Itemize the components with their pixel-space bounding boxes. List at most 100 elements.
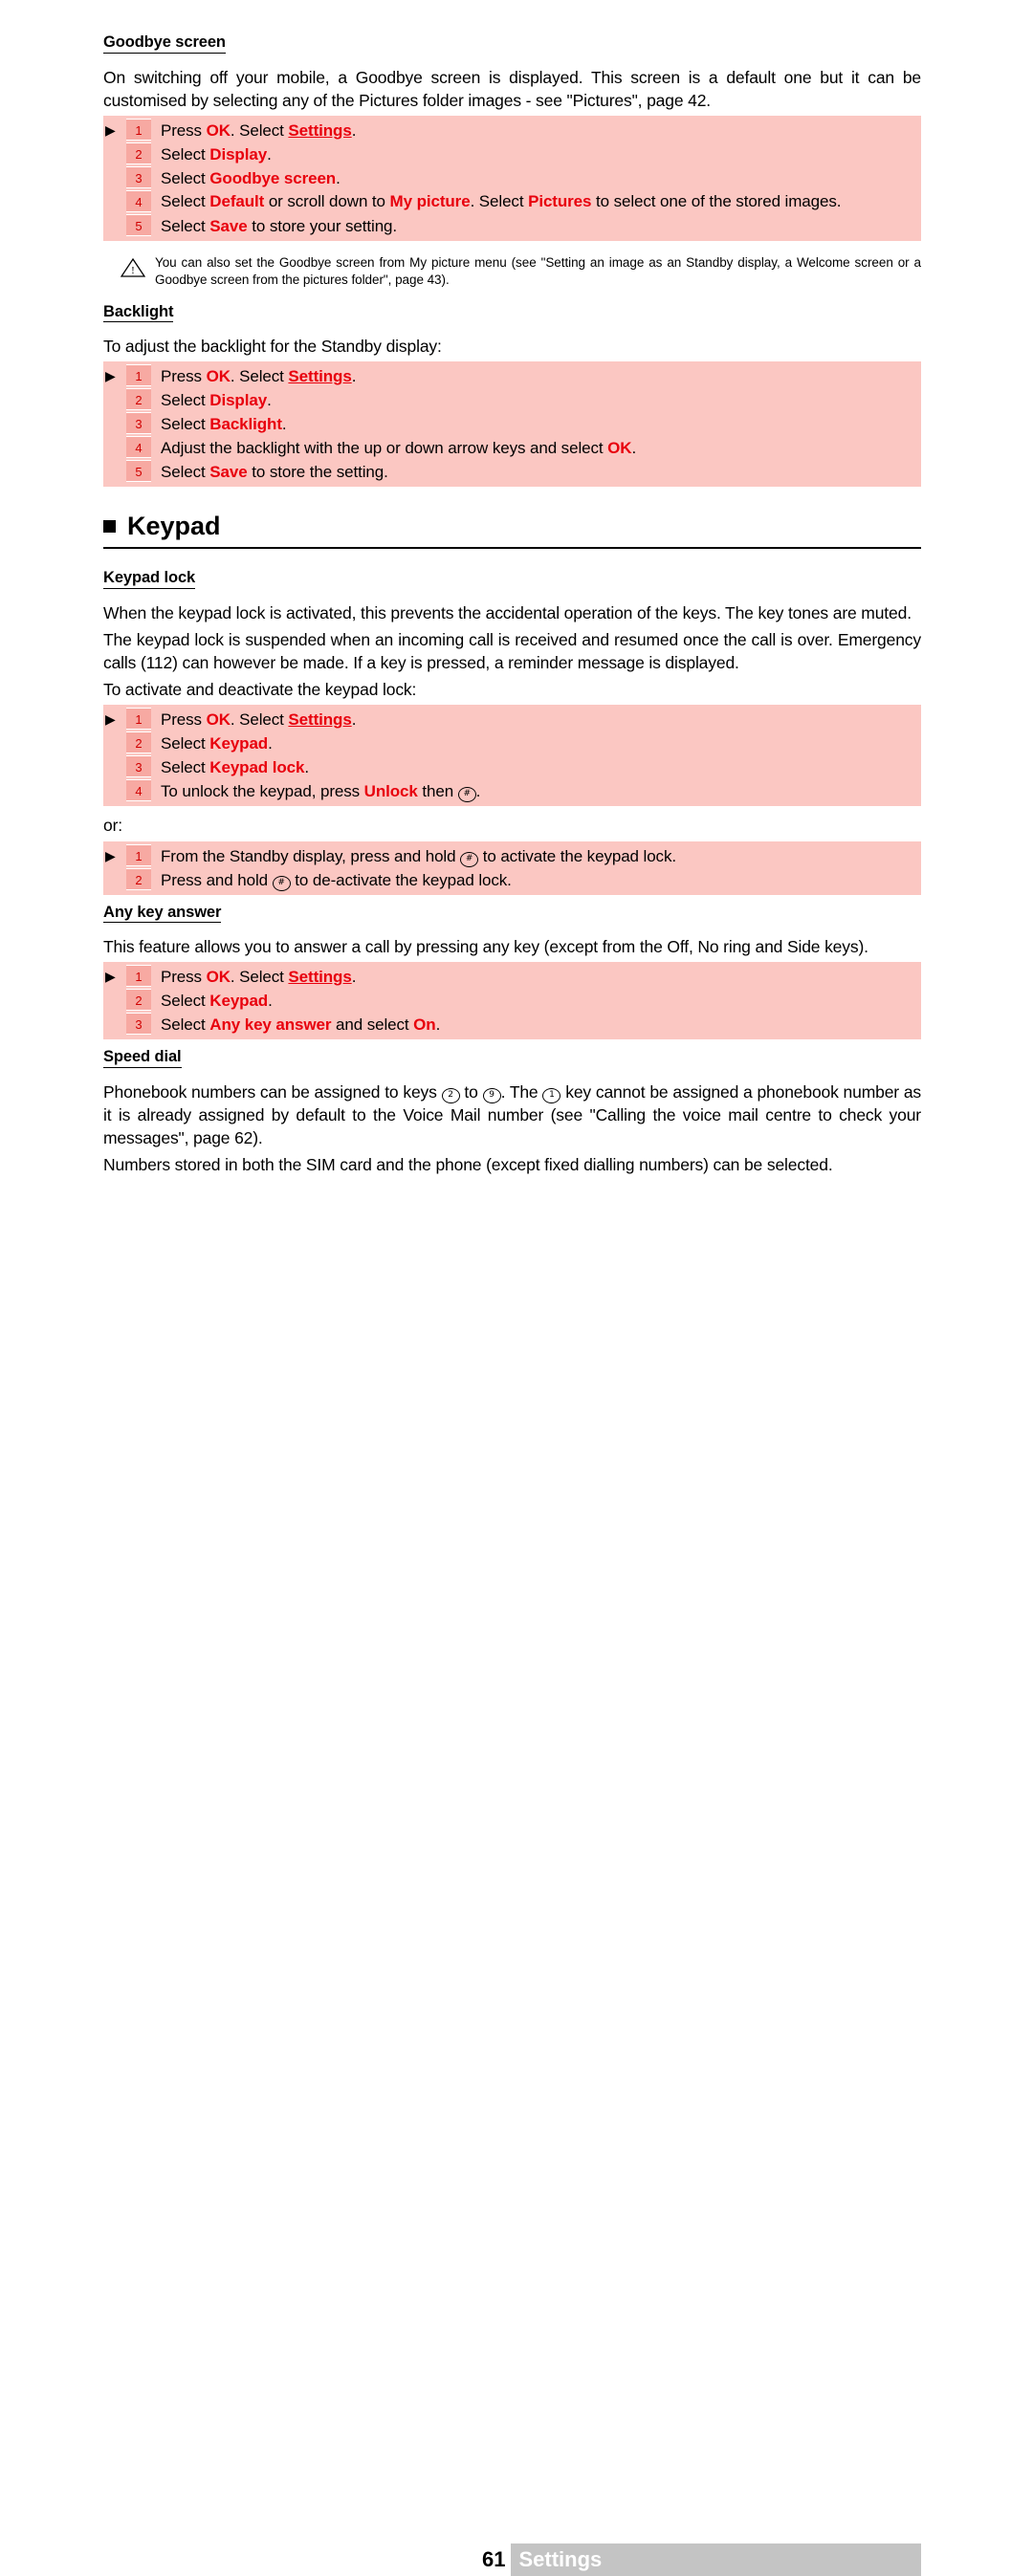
heading-rule — [103, 547, 921, 550]
step-text: Press — [161, 710, 207, 730]
step-text: to activate the keypad lock. — [478, 846, 676, 865]
step-text: . Select — [230, 120, 289, 140]
step-text: To unlock the keypad, press — [161, 782, 364, 801]
key-glyph: # — [457, 787, 476, 803]
step-highlight: OK — [206, 968, 231, 987]
step-text: then — [417, 782, 458, 801]
step-highlight: Keypad — [209, 734, 269, 753]
step-text: to store your setting. — [247, 216, 398, 235]
step-arrow-icon: ▶ — [105, 121, 116, 138]
step-number: 3 — [126, 755, 151, 778]
step-text: . — [351, 968, 357, 987]
step-content: Select Save to store your setting. — [161, 214, 913, 238]
step-text: Select — [161, 168, 210, 187]
step-text: Select — [161, 191, 210, 210]
step-content: Select Default or scroll down to My pict… — [161, 190, 913, 213]
keypad-lock-steps: ▶ 1 Press OK. Select Settings. 2 Select Keyp… — [103, 705, 921, 807]
step-number: 2 — [126, 989, 151, 1012]
step-highlight: OK — [607, 439, 632, 458]
step-highlight: Backlight — [209, 415, 282, 434]
keypad-lock-or-label: or: — [103, 816, 122, 836]
instruction-step: 5 Select Save to store the setting. — [103, 460, 921, 484]
keypad-lock-section: Keypad lock — [103, 568, 921, 596]
instruction-step: ▶ 1 Press OK. Select Settings. — [103, 118, 921, 142]
warning-icon: ! — [120, 254, 155, 283]
step-text: Select — [161, 216, 210, 235]
instruction-step: 2 Select Display. — [103, 142, 921, 166]
step-arrow-icon: ▶ — [105, 969, 116, 985]
step-highlight: Settings — [288, 367, 352, 386]
instruction-step: 3 Select Any key answer and select On. — [103, 1013, 921, 1037]
footer-bar: 61 Settings — [478, 2543, 921, 2576]
step-highlight: On — [413, 1015, 436, 1035]
step-content: Select Any key answer and select On. — [161, 1013, 913, 1037]
backlight-steps: ▶ 1 Press OK. Select Settings. 2 Select Disp… — [103, 361, 921, 488]
speed-dial-para-2: Numbers stored in both the SIM card and … — [103, 1155, 833, 1175]
step-number: 5 — [126, 460, 151, 483]
instruction-step: 3 Select Goodbye screen. — [103, 165, 921, 190]
step-content: Select Keypad. — [161, 989, 913, 1013]
step-text: and select — [331, 1015, 414, 1035]
step-text: . — [281, 415, 287, 434]
step-number: 2 — [126, 731, 151, 754]
step-text: . — [351, 367, 357, 386]
step-highlight: Keypad — [209, 992, 269, 1011]
step-number: 2 — [126, 142, 151, 164]
step-content: Select Keypad. — [161, 731, 913, 755]
step-content: From the Standby display, press and hold… — [161, 844, 913, 868]
step-text: . — [304, 758, 309, 777]
keypad-section-heading: Keypad — [103, 512, 921, 541]
step-highlight: Settings — [288, 968, 352, 987]
goodbye-screen-steps: ▶ 1 Press OK. Select Settings. 2 Select Disp… — [103, 115, 921, 241]
step-text: Select — [161, 992, 210, 1011]
step-text: . — [267, 391, 272, 410]
footer-title: Settings — [518, 2547, 603, 2571]
goodbye-screen-note-text: You can also set the Goodbye screen from… — [155, 254, 921, 287]
step-text: Press — [161, 120, 207, 140]
step-text: to store the setting. — [247, 463, 388, 482]
step-highlight: Save — [209, 463, 248, 482]
step-text: From the Standby display, press and hold — [161, 846, 461, 865]
key-glyph: # — [272, 875, 291, 891]
step-text: Select — [161, 1015, 210, 1035]
step-number: 1 — [126, 364, 151, 387]
instruction-step: 4 Select Default or scroll down to My pic… — [103, 189, 921, 214]
step-content: Press OK. Select Settings. — [161, 965, 913, 989]
step-highlight: Pictures — [528, 191, 592, 210]
keypad-lock-steps-alt: ▶ 1 From the Standby display, press and ho… — [103, 840, 921, 895]
instruction-step: 4 Adjust the backlight with the up or dow… — [103, 436, 921, 460]
step-arrow-icon: ▶ — [105, 711, 116, 728]
document-page: Goodbye screen On switching off your mob… — [0, 0, 1033, 2576]
goodbye-screen-section: Goodbye screen — [103, 33, 921, 60]
step-text: or scroll down to — [264, 191, 390, 210]
step-text: . Select — [230, 710, 289, 730]
keypad-title: Keypad — [127, 512, 221, 541]
step-number: 1 — [126, 965, 151, 988]
step-content: Select Display. — [161, 388, 913, 412]
step-text: Press and hold — [161, 870, 273, 889]
step-text: Select — [161, 415, 210, 434]
step-text: . — [631, 439, 637, 458]
speed-dial-section: Speed dial — [103, 1047, 921, 1075]
instruction-step: 3 Select Keypad lock. — [103, 755, 921, 779]
step-text: . — [267, 144, 272, 164]
step-text: Phonebook numbers can be assigned to key… — [103, 1082, 442, 1102]
step-highlight: Keypad lock — [209, 758, 305, 777]
instruction-step: 4 To unlock the keypad, press Unlock then… — [103, 779, 921, 803]
step-highlight: OK — [206, 367, 231, 386]
goodbye-screen-intro: On switching off your mobile, a Goodbye … — [103, 67, 921, 110]
step-content: Adjust the backlight with the up or down… — [161, 436, 913, 460]
backlight-section: Backlight — [103, 302, 921, 330]
keypad-lock-para-2: The keypad lock is suspended when an inc… — [103, 630, 921, 673]
instruction-step: ▶ 1 Press OK. Select Settings. — [103, 708, 921, 731]
step-text: . — [351, 120, 357, 140]
bullet-square-icon — [103, 520, 116, 534]
page-content: Goodbye screen On switching off your mob… — [103, 33, 921, 1181]
step-number: 3 — [126, 165, 151, 188]
goodbye-screen-note: ! You can also set the Goodbye screen fr… — [103, 254, 921, 289]
step-highlight: My picture — [389, 191, 471, 210]
step-text: Press — [161, 367, 207, 386]
step-content: Press OK. Select Settings. — [161, 708, 913, 731]
step-text: . — [475, 782, 481, 801]
step-text: . — [351, 710, 357, 730]
